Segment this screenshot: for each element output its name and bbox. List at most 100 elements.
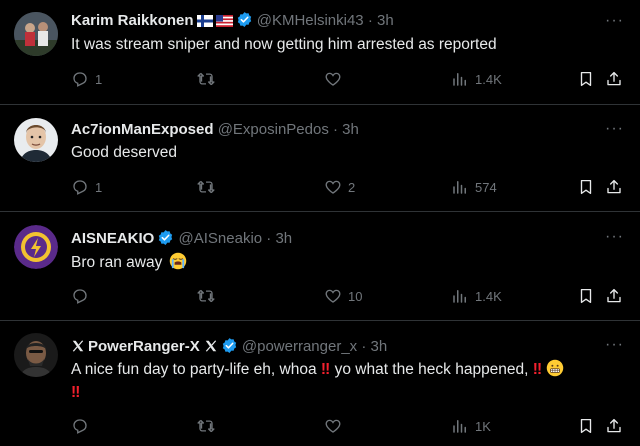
heart-icon xyxy=(325,289,341,303)
view-count: 1.4K xyxy=(475,71,502,87)
views-button[interactable]: 1.4K xyxy=(451,287,502,305)
display-name[interactable]: PowerRanger-X xyxy=(88,338,200,355)
timestamp[interactable]: 3h xyxy=(275,230,292,247)
more-options-icon[interactable]: ··· xyxy=(605,336,624,354)
avatar[interactable] xyxy=(14,118,58,162)
reply-button[interactable] xyxy=(71,417,95,435)
reply-icon xyxy=(73,72,87,87)
views-button[interactable]: 574 xyxy=(451,178,497,196)
view-count: 574 xyxy=(475,179,497,195)
user-handle[interactable]: @ExposinPedos xyxy=(218,121,329,138)
bookmark-button[interactable] xyxy=(577,417,595,435)
reply-button[interactable]: 1 xyxy=(71,178,102,196)
more-options-icon[interactable]: ··· xyxy=(605,120,624,138)
finland-flag-icon xyxy=(196,14,213,32)
tweet-header: PowerRanger-X @powerranger_x · 3h xyxy=(71,337,387,359)
reply-icon xyxy=(73,419,87,434)
verified-badge-icon xyxy=(221,337,238,359)
retweet-icon xyxy=(197,289,215,303)
avatar[interactable] xyxy=(14,225,58,269)
timestamp[interactable]: 3h xyxy=(371,338,388,355)
views-icon xyxy=(453,290,466,303)
tweet-header: AISNEAKIO @AISneakio · 3h xyxy=(71,229,292,251)
share-icon xyxy=(607,71,621,86)
share-button[interactable] xyxy=(605,417,623,435)
display-name[interactable]: Karim Raikkonen xyxy=(71,12,194,29)
grimacing-face-emoji-icon xyxy=(546,359,564,383)
tweet-text-container: Bro ran away xyxy=(71,252,631,276)
bookmark-button[interactable] xyxy=(577,178,595,196)
retweet-icon xyxy=(197,180,215,194)
separator: · xyxy=(333,121,338,138)
tweet-header: Ac7ionManExposed @ExposinPedos · 3h xyxy=(71,121,359,139)
heart-icon xyxy=(325,72,341,86)
double-exclamation-emoji-icon: ‼ xyxy=(71,384,81,401)
avatar[interactable] xyxy=(14,333,58,377)
display-name[interactable]: AISNEAKIO xyxy=(71,230,154,247)
user-handle[interactable]: @AISneakio xyxy=(179,230,263,247)
x-logo-icon xyxy=(204,339,218,358)
tweet[interactable]: PowerRanger-X @powerranger_x · 3h ··· A … xyxy=(0,321,640,446)
reply-icon xyxy=(73,180,87,195)
view-count: 1K xyxy=(475,418,491,434)
tweet-text-container: A nice fun day to party-life eh, whoa ‼ … xyxy=(71,359,631,403)
separator: · xyxy=(266,230,272,247)
retweet-button[interactable] xyxy=(196,178,222,196)
like-count: 2 xyxy=(348,179,356,195)
retweet-icon xyxy=(197,419,215,433)
more-options-icon[interactable]: ··· xyxy=(605,228,624,246)
share-button[interactable] xyxy=(605,178,623,196)
bookmark-icon xyxy=(580,71,592,87)
like-button[interactable]: 10 xyxy=(324,287,362,305)
user-handle[interactable]: @powerranger_x xyxy=(242,338,357,355)
views-icon xyxy=(453,420,466,433)
share-icon xyxy=(607,288,621,303)
like-count: 10 xyxy=(348,288,363,304)
tweet[interactable]: Karim Raikkonen @KMHelsinki43 · 3h ··· I… xyxy=(0,0,640,105)
tweet[interactable]: AISNEAKIO @AISneakio · 3h ··· Bro ran aw… xyxy=(0,212,640,321)
heart-icon xyxy=(325,419,341,433)
retweet-button[interactable] xyxy=(196,417,222,435)
x-logo-icon xyxy=(71,339,85,358)
views-icon xyxy=(453,181,466,194)
tweet-text-part2: yo what the heck happened, xyxy=(334,361,529,378)
like-button[interactable] xyxy=(324,70,348,88)
bookmark-button[interactable] xyxy=(577,70,595,88)
heart-icon xyxy=(325,180,341,194)
timestamp[interactable]: 3h xyxy=(377,12,394,29)
tweet-text: Bro ran away xyxy=(71,254,163,271)
reply-count: 1 xyxy=(95,179,103,195)
separator: · xyxy=(361,338,367,355)
bookmark-icon xyxy=(580,418,592,434)
reply-count: 1 xyxy=(95,71,103,87)
timeline-feed: Karim Raikkonen @KMHelsinki43 · 3h ··· I… xyxy=(0,0,640,446)
share-icon xyxy=(607,179,621,194)
tweet[interactable]: Ac7ionManExposed @ExposinPedos · 3h ··· … xyxy=(0,105,640,212)
user-handle[interactable]: @KMHelsinki43 xyxy=(257,12,364,29)
timestamp[interactable]: 3h xyxy=(342,121,359,138)
display-name[interactable]: Ac7ionManExposed xyxy=(71,121,214,138)
loudly-crying-face-emoji-icon xyxy=(169,252,187,276)
retweet-button[interactable] xyxy=(196,70,222,88)
reply-button[interactable] xyxy=(71,287,95,305)
like-button[interactable] xyxy=(324,417,348,435)
tweet-header: Karim Raikkonen @KMHelsinki43 · 3h xyxy=(71,11,394,33)
verified-badge-icon xyxy=(157,229,174,251)
like-button[interactable]: 2 xyxy=(324,178,355,196)
bookmark-icon xyxy=(580,179,592,195)
double-exclamation-emoji-icon: ‼ xyxy=(532,361,543,378)
retweet-button[interactable] xyxy=(196,287,222,305)
verified-badge-icon xyxy=(236,11,253,33)
reply-button[interactable]: 1 xyxy=(71,70,102,88)
views-button[interactable]: 1K xyxy=(451,417,491,435)
bookmark-button[interactable] xyxy=(577,287,595,305)
reply-icon xyxy=(73,289,87,304)
share-button[interactable] xyxy=(605,70,623,88)
views-button[interactable]: 1.4K xyxy=(451,70,502,88)
view-count: 1.4K xyxy=(475,288,502,304)
more-options-icon[interactable]: ··· xyxy=(605,12,624,30)
share-button[interactable] xyxy=(605,287,623,305)
views-icon xyxy=(453,73,466,86)
usa-flag-icon xyxy=(215,14,233,32)
avatar[interactable] xyxy=(14,12,58,56)
